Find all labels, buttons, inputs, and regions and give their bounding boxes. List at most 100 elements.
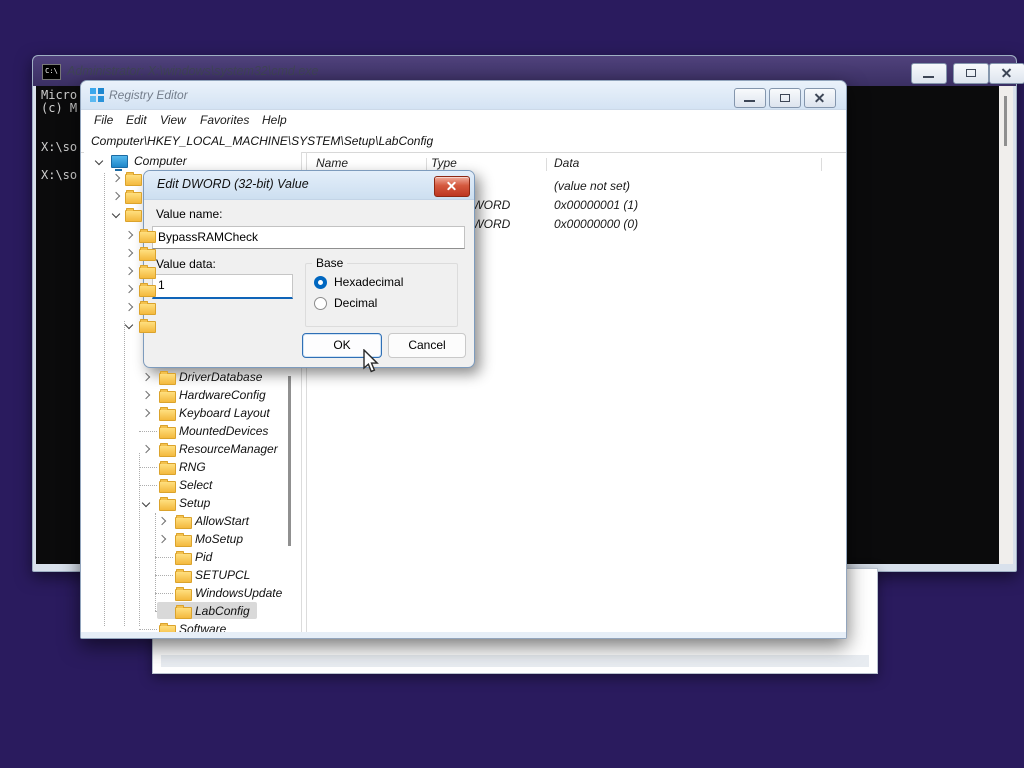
base-groupbox — [305, 263, 458, 327]
decimal-radio[interactable] — [314, 297, 327, 310]
regedit-icon — [90, 88, 104, 102]
dialog-titlebar[interactable]: Edit DWORD (32-bit) Value — [144, 171, 474, 200]
chevron-down-icon[interactable] — [141, 498, 151, 508]
folder-icon — [159, 443, 176, 457]
chevron-right-icon[interactable] — [111, 191, 121, 201]
desktop-background: C:\ Administrator: X:\windows\system32\c… — [0, 0, 1024, 768]
minimize-icon — [744, 100, 755, 102]
tree-item-driverdatabase[interactable]: DriverDatabase — [84, 369, 301, 386]
tree-item-setup[interactable]: Setup — [84, 495, 301, 512]
folder-icon — [159, 425, 176, 439]
folder-icon — [175, 551, 192, 565]
folder-icon — [175, 569, 192, 583]
regedit-titlebar[interactable]: Registry Editor — [81, 81, 846, 110]
tree-item-resourcemanager[interactable]: ResourceManager — [84, 441, 301, 458]
cmd-scrollbar-thumb[interactable] — [1004, 96, 1007, 146]
registry-path: Computer\HKEY_LOCAL_MACHINE\SYSTEM\Setup… — [91, 134, 434, 148]
chevron-right-icon[interactable] — [124, 302, 134, 312]
folder-icon — [139, 301, 156, 315]
folder-icon — [125, 190, 142, 204]
chevron-right-icon[interactable] — [141, 444, 151, 454]
value-data-cell: 0x00000001 (1) — [554, 198, 639, 212]
folder-icon — [159, 407, 176, 421]
console-line: X:\so — [41, 168, 78, 182]
folder-icon — [175, 605, 192, 619]
menu-view[interactable]: View — [160, 113, 186, 127]
maximize-icon — [780, 94, 790, 102]
tree-item-hardwareconfig[interactable]: HardwareConfig — [84, 387, 301, 404]
chevron-right-icon[interactable] — [124, 248, 134, 258]
folder-icon — [125, 208, 142, 222]
regedit-address-bar[interactable]: Computer\HKEY_LOCAL_MACHINE\SYSTEM\Setup… — [81, 131, 846, 153]
cmd-maximize-button[interactable] — [953, 63, 989, 84]
tree-item-labconfig-selected[interactable]: LabConfig — [84, 602, 301, 620]
regedit-title: Registry Editor — [109, 88, 188, 102]
cmd-close-button[interactable] — [989, 63, 1024, 84]
maximize-icon — [966, 69, 976, 77]
tree-item-select[interactable]: Select — [84, 477, 301, 494]
folder-icon — [139, 265, 156, 279]
chevron-right-icon[interactable] — [157, 516, 167, 526]
folder-icon — [139, 247, 156, 261]
chevron-right-icon[interactable] — [124, 230, 134, 240]
value-name-field[interactable]: BypassRAMCheck — [152, 226, 465, 249]
chevron-right-icon[interactable] — [141, 372, 151, 382]
column-header-type[interactable]: Type — [431, 156, 457, 170]
chevron-right-icon[interactable] — [124, 284, 134, 294]
folder-icon — [159, 479, 176, 493]
tree-scrollbar-thumb[interactable] — [288, 376, 291, 546]
tree-item-rng[interactable]: RNG — [84, 459, 301, 476]
value-data-cell: (value not set) — [554, 179, 631, 193]
tree-item-mosetup[interactable]: MoSetup — [84, 531, 301, 548]
folder-icon — [175, 587, 192, 601]
setup-window-footer — [161, 655, 869, 667]
folder-icon — [139, 319, 156, 333]
folder-icon — [159, 497, 176, 511]
tree-item-pid[interactable]: Pid — [84, 549, 301, 566]
value-data-cell: 0x00000000 (0) — [554, 217, 639, 231]
cmd-icon: C:\ — [42, 64, 61, 80]
regedit-maximize-button[interactable] — [769, 88, 801, 108]
decimal-radio-label[interactable]: Decimal — [334, 296, 377, 310]
hexadecimal-radio-label[interactable]: Hexadecimal — [334, 275, 403, 289]
minimize-icon — [923, 76, 934, 78]
chevron-right-icon[interactable] — [141, 408, 151, 418]
menu-file[interactable]: File — [94, 113, 113, 127]
folder-icon — [159, 389, 176, 403]
chevron-right-icon[interactable] — [124, 266, 134, 276]
folder-icon — [175, 533, 192, 547]
chevron-right-icon[interactable] — [157, 534, 167, 544]
chevron-down-icon[interactable] — [94, 156, 104, 166]
menu-edit[interactable]: Edit — [126, 113, 147, 127]
regedit-bottom-frame — [81, 632, 846, 638]
folder-icon — [175, 515, 192, 529]
tree-item-mounteddevices[interactable]: MountedDevices — [84, 423, 301, 440]
column-header-data[interactable]: Data — [554, 156, 579, 170]
tree-item-software-partial[interactable]: Software — [84, 621, 301, 632]
value-data-input[interactable]: 1 — [152, 274, 293, 299]
mouse-cursor — [363, 349, 379, 373]
regedit-close-button[interactable] — [804, 88, 836, 108]
console-line: X:\so — [41, 140, 78, 154]
menu-help[interactable]: Help — [262, 113, 287, 127]
tree-item-keyboard-layout[interactable]: Keyboard Layout — [84, 405, 301, 422]
chevron-down-icon[interactable] — [111, 209, 121, 219]
cmd-scrollbar[interactable] — [999, 86, 1013, 564]
column-header-name[interactable]: Name — [316, 156, 348, 170]
tree-item-allowstart[interactable]: AllowStart — [84, 513, 301, 530]
regedit-minimize-button[interactable] — [734, 88, 766, 108]
dialog-close-button[interactable] — [434, 176, 470, 197]
menu-favorites[interactable]: Favorites — [200, 113, 249, 127]
console-line: (c) M — [41, 101, 78, 115]
chevron-right-icon[interactable] — [141, 390, 151, 400]
cmd-minimize-button[interactable] — [911, 63, 947, 84]
value-name-label: Value name: — [156, 207, 223, 221]
hexadecimal-radio[interactable] — [314, 276, 327, 289]
chevron-down-icon[interactable] — [124, 320, 134, 330]
tree-item-windowsupdate[interactable]: WindowsUpdate — [84, 585, 301, 602]
chevron-right-icon[interactable] — [111, 173, 121, 183]
tree-item-computer[interactable]: Computer — [84, 153, 301, 171]
cancel-button[interactable]: Cancel — [388, 333, 466, 358]
folder-icon — [139, 229, 156, 243]
tree-item-setupcl[interactable]: SETUPCL — [84, 567, 301, 584]
